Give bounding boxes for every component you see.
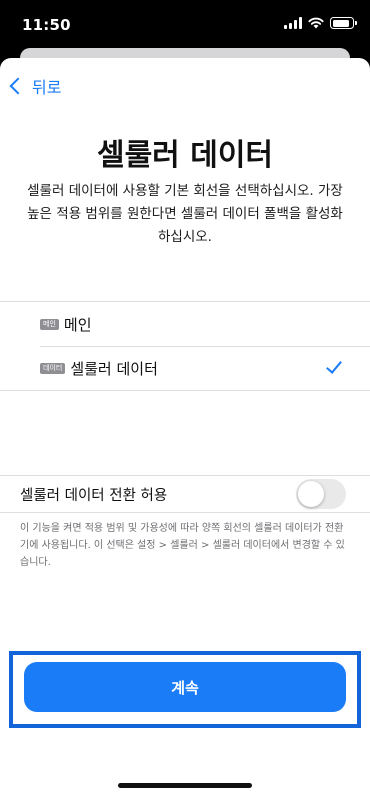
checkmark-icon: [326, 357, 342, 374]
page-title: 셀룰러 데이터: [96, 138, 274, 173]
back-label: 뒤로: [32, 78, 62, 97]
battery-icon: [330, 17, 357, 29]
data-switching-row: 셀룰러 데이터 전환 허용: [0, 475, 370, 513]
toggle-label: 셀룰러 데이터 전환 허용: [20, 487, 168, 504]
line-option-list: 메인 메인 데이터 셀룰러 데이터: [0, 301, 370, 391]
back-button[interactable]: 뒤로: [8, 74, 61, 98]
wifi-icon: [308, 17, 324, 29]
toggle-knob: [298, 481, 324, 507]
status-bar: 11:50: [0, 0, 370, 48]
option-cellular-data[interactable]: 데이터 셀룰러 데이터: [0, 346, 370, 390]
signal-icon: [284, 17, 302, 29]
footnote: 이 기능을 켜면 적용 범위 및 가용성에 따라 양쪽 회선의 셀룰러 데이터가…: [20, 523, 345, 568]
sim-badge-icon: 데이터: [40, 362, 66, 374]
data-switching-toggle[interactable]: [296, 479, 346, 509]
option-label: 메인: [63, 315, 92, 334]
continue-button[interactable]: 계속: [24, 662, 346, 712]
status-icons: [284, 17, 357, 29]
home-indicator[interactable]: [118, 783, 252, 788]
modal-sheet: 뒤로 셀룰러 데이터 셀룰러 데이터에 사용할 기본 회선을 선택하십시오. 가…: [0, 58, 370, 800]
status-time: 11:50: [22, 16, 71, 34]
page-description: 셀룰러 데이터에 사용할 기본 회선을 선택하십시오. 가장 높은 적용 범위를…: [27, 183, 343, 245]
phone-screen: 11:50 뒤로 셀룰러 데이터 셀룰러 데이터에 사용할 기본 회선을 선택하…: [0, 0, 370, 800]
chevron-left-icon: [9, 77, 27, 95]
option-label: 셀룰러 데이터: [70, 359, 158, 378]
sim-badge-icon: 메인: [40, 318, 59, 330]
option-main[interactable]: 메인 메인: [0, 302, 370, 346]
